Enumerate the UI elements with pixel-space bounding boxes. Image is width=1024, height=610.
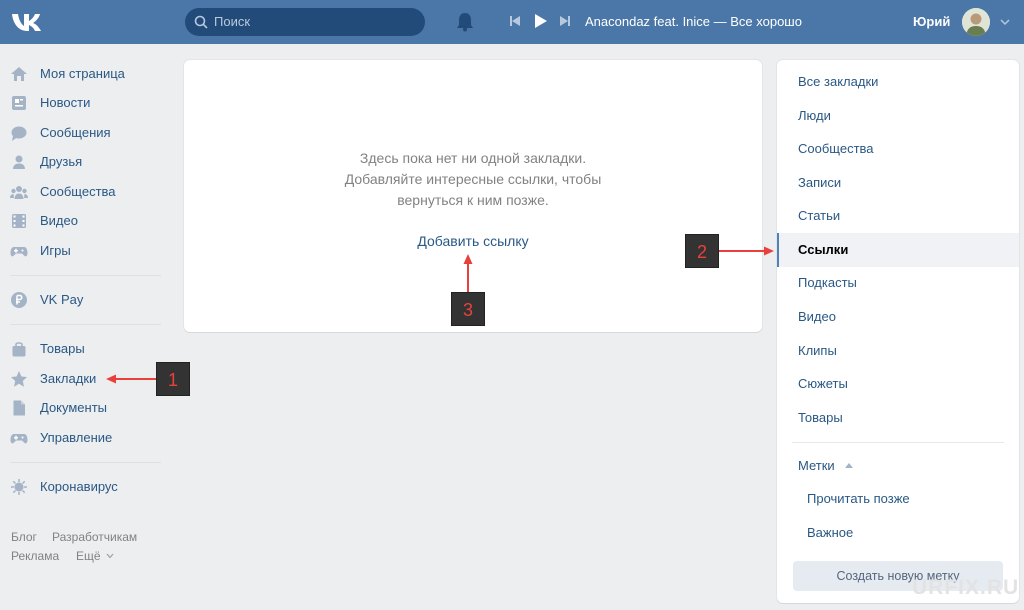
avatar[interactable] bbox=[962, 8, 990, 36]
sidebar-item-friends[interactable]: Друзья bbox=[10, 150, 160, 174]
gamepad-icon bbox=[10, 434, 28, 444]
groups-icon bbox=[10, 186, 28, 199]
sidebar-item-label: Игры bbox=[40, 243, 71, 258]
menu-item-stories[interactable]: Сюжеты bbox=[777, 367, 1019, 401]
user-name[interactable]: Юрий bbox=[913, 14, 950, 29]
menu-item-label: Сюжеты bbox=[798, 376, 848, 391]
menu-item-clips[interactable]: Клипы bbox=[777, 334, 1019, 368]
play-icon[interactable] bbox=[532, 13, 548, 29]
sidebar-item-vk-pay[interactable]: VK Pay bbox=[10, 288, 160, 312]
footer-link-blog[interactable]: Блог bbox=[11, 530, 37, 544]
menu-item-podcasts[interactable]: Подкасты bbox=[777, 266, 1019, 300]
menu-item-label: Люди bbox=[798, 108, 831, 123]
menu-item-people[interactable]: Люди bbox=[777, 99, 1019, 133]
empty-state-text: Добавляйте интересные ссылки, чтобы bbox=[344, 171, 602, 187]
tag-item-read-later[interactable]: Прочитать позже bbox=[807, 491, 910, 506]
vkpay-icon bbox=[11, 292, 27, 308]
tags-header[interactable]: Метки bbox=[798, 458, 835, 473]
menu-item-posts[interactable]: Записи bbox=[777, 166, 1019, 200]
sidebar-item-news[interactable]: Новости bbox=[10, 91, 160, 115]
sidebar-item-coronavirus[interactable]: Коронавирус bbox=[10, 475, 160, 499]
sidebar-item-documents[interactable]: Документы bbox=[10, 396, 160, 420]
video-icon bbox=[12, 214, 26, 228]
menu-item-all-bookmarks[interactable]: Все закладки bbox=[777, 65, 1019, 99]
menu-item-video[interactable]: Видео bbox=[777, 300, 1019, 334]
footer-link-developers[interactable]: Разработчикам bbox=[52, 530, 137, 544]
sidebar-item-games[interactable]: Игры bbox=[10, 239, 160, 263]
active-indicator bbox=[777, 233, 779, 267]
menu-item-label: Товары bbox=[798, 410, 843, 425]
sidebar-item-market[interactable]: Товары bbox=[10, 337, 160, 361]
sidebar-item-label: Товары bbox=[40, 341, 85, 356]
sidebar-item-label: Закладки bbox=[40, 371, 97, 386]
market-icon bbox=[12, 342, 26, 357]
tag-item-important[interactable]: Важное bbox=[807, 525, 853, 540]
chevron-down-icon[interactable] bbox=[1000, 18, 1010, 26]
sidebar-item-label: Друзья bbox=[40, 154, 83, 169]
menu-divider bbox=[792, 442, 1004, 443]
home-icon bbox=[11, 67, 27, 81]
search-icon bbox=[194, 15, 208, 29]
star-icon bbox=[11, 371, 27, 387]
menu-item-label: Видео bbox=[798, 309, 836, 324]
footer-link-more[interactable]: Ещё bbox=[76, 549, 101, 563]
add-link-button[interactable]: Добавить ссылку bbox=[184, 233, 762, 249]
sidebar-item-label: Сообщения bbox=[40, 125, 111, 140]
menu-item-products[interactable]: Товары bbox=[777, 401, 1019, 435]
sidebar-item-label: Коронавирус bbox=[40, 479, 118, 494]
now-playing-track[interactable]: Anacondaz feat. Inice — Все хорошо bbox=[585, 14, 802, 29]
sidebar-item-label: VK Pay bbox=[40, 292, 84, 307]
sidebar-item-messages[interactable]: Сообщения bbox=[10, 121, 160, 145]
sidebar-item-label: Управление bbox=[40, 430, 113, 445]
vk-logo-icon[interactable] bbox=[10, 8, 46, 36]
menu-item-label: Сообщества bbox=[798, 141, 874, 156]
sidebar-divider bbox=[10, 275, 161, 276]
annotation-badge-3: 3 bbox=[451, 292, 485, 326]
sidebar-item-label: Видео bbox=[40, 213, 78, 228]
sidebar-item-label: Новости bbox=[40, 95, 91, 110]
sidebar-item-label: Документы bbox=[40, 400, 108, 415]
document-icon bbox=[13, 400, 25, 416]
sidebar-item-my-page[interactable]: Моя страница bbox=[10, 62, 160, 86]
bookmarks-filter-menu: Все закладки Люди Сообщества Записи Стат… bbox=[777, 60, 1019, 603]
virus-icon bbox=[11, 479, 27, 495]
annotation-badge-1: 1 bbox=[156, 362, 190, 396]
search-input[interactable]: Поиск bbox=[185, 8, 425, 36]
menu-item-links[interactable]: Ссылки bbox=[777, 233, 1019, 267]
next-track-icon[interactable] bbox=[558, 14, 572, 28]
menu-item-label: Подкасты bbox=[798, 275, 857, 290]
watermark: URFIX.RU bbox=[912, 576, 1020, 599]
search-placeholder: Поиск bbox=[214, 14, 251, 29]
sidebar-divider bbox=[10, 462, 161, 463]
menu-item-label: Клипы bbox=[798, 343, 837, 358]
sidebar-item-bookmarks[interactable]: Закладки bbox=[10, 367, 160, 391]
menu-item-label: Записи bbox=[798, 175, 842, 190]
sidebar-item-video[interactable]: Видео bbox=[10, 209, 160, 233]
empty-state-text: вернуться к ним позже. bbox=[397, 192, 549, 208]
menu-item-label: Статьи bbox=[798, 208, 841, 223]
bell-icon[interactable] bbox=[456, 12, 474, 32]
menu-item-label: Ссылки bbox=[798, 242, 849, 257]
menu-item-label: Все закладки bbox=[798, 74, 879, 89]
sidebar-item-label: Моя страница bbox=[40, 66, 125, 81]
chevron-down-icon[interactable] bbox=[106, 553, 114, 559]
menu-item-groups[interactable]: Сообщества bbox=[777, 132, 1019, 166]
previous-track-icon[interactable] bbox=[508, 14, 522, 28]
sidebar-item-management[interactable]: Управление bbox=[10, 426, 160, 450]
sidebar-item-label: Сообщества bbox=[40, 184, 116, 199]
messages-icon bbox=[11, 126, 27, 141]
empty-state-text: Здесь пока нет ни одной закладки. bbox=[359, 150, 587, 166]
footer-link-ads[interactable]: Реклама bbox=[11, 549, 59, 563]
friends-icon bbox=[13, 155, 25, 169]
annotation-badge-2: 2 bbox=[685, 234, 719, 268]
news-icon bbox=[12, 96, 26, 110]
top-header: Поиск Anacondaz feat. Inice — Все хорошо… bbox=[0, 0, 1024, 44]
sidebar-item-groups[interactable]: Сообщества bbox=[10, 180, 160, 204]
chevron-up-icon[interactable] bbox=[845, 463, 853, 468]
sidebar-divider bbox=[10, 324, 161, 325]
menu-item-articles[interactable]: Статьи bbox=[777, 199, 1019, 233]
games-icon bbox=[10, 247, 28, 257]
